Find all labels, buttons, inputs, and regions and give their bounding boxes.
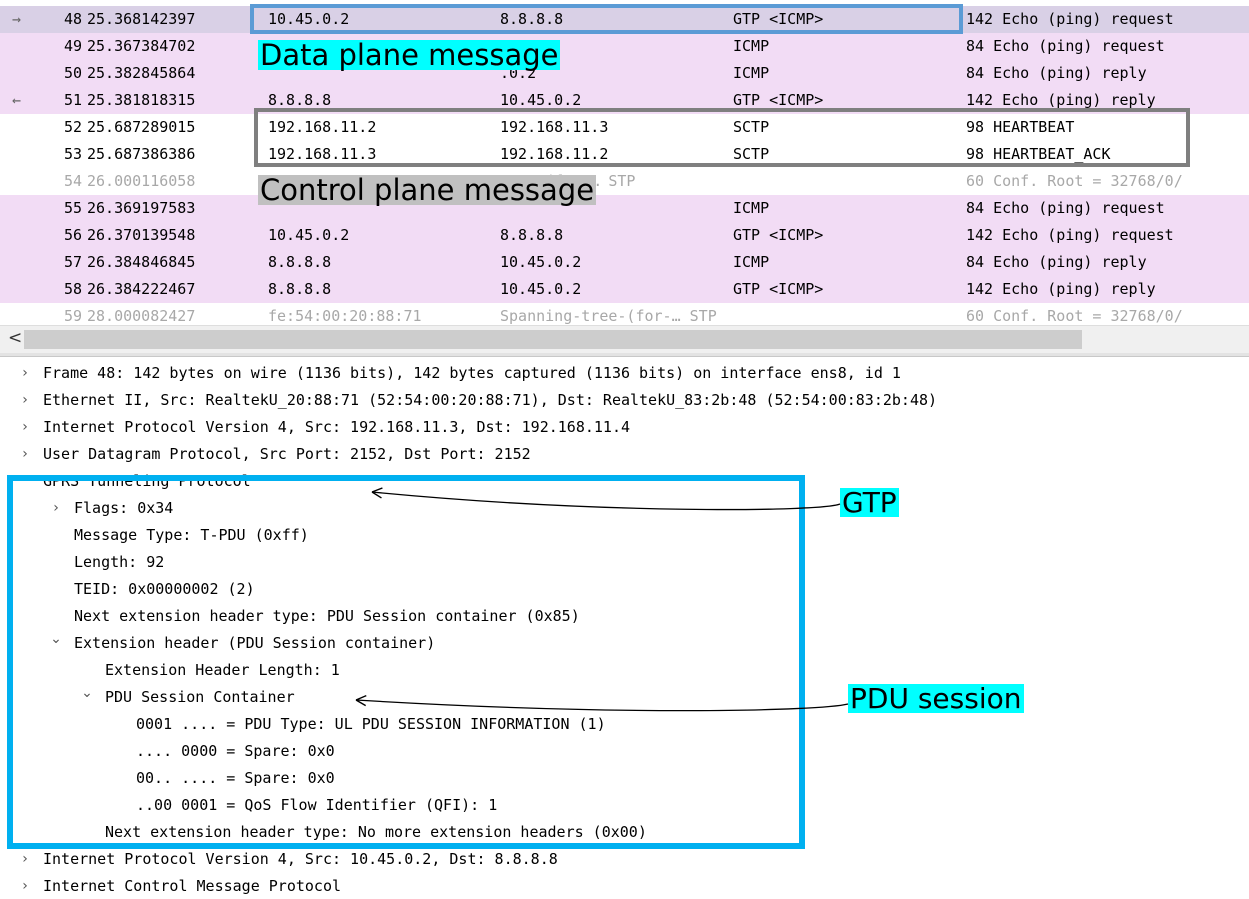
packet-number: 58 [63,280,82,298]
packet-number: 51 [63,91,82,109]
packet-row[interactable]: 5426.000116058tree-(for-… STP60 Conf. Ro… [0,168,1249,195]
packet-number: 52 [63,118,82,136]
packet-time: 25.368142397 [87,10,196,28]
packet-time: 26.370139548 [87,226,196,244]
packet-destination: 10.45.0.2 [500,253,582,271]
packet-time: 26.384222467 [87,280,196,298]
packet-row[interactable]: 4925.367384702.8ICMP84 Echo (ping) reque… [0,33,1249,60]
packet-number: 57 [63,253,82,271]
control-plane-highlight-box [254,108,1190,167]
packet-number: 54 [63,172,82,190]
control-plane-callout: Control plane message [258,173,597,207]
packet-time: 25.382845864 [87,64,196,82]
packet-number: 53 [63,145,82,163]
packet-time: 26.384846845 [87,253,196,271]
chevron-right-icon[interactable]: › [18,387,32,414]
packet-row[interactable]: 58 26.384222467 8.8.8.8 10.45.0.2 GTP <ICMP>… [0,276,1249,303]
packet-destination: 10.45.0.2 [500,280,582,298]
chevron-right-icon[interactable]: › [18,846,32,873]
packet-protocol: GTP <ICMP> [733,226,824,244]
packet-info: 142 Echo (ping) request [966,226,1174,244]
packet-row[interactable]: 56 26.370139548 10.45.0.2 8.8.8.8 GTP <ICMP>… [0,222,1249,249]
packet-info: 84 Echo (ping) request [966,199,1165,217]
packet-info: 142 Echo (ping) reply [966,280,1156,298]
packet-info: 84 Echo (ping) reply [966,253,1147,271]
packet-row[interactable]: 57 26.384846845 8.8.8.8 10.45.0.2 ICMP 84 Ech… [0,249,1249,276]
scrollbar-thumb[interactable] [24,330,1082,349]
detail-field-text: Internet Protocol Version 4, Src: 192.16… [43,418,630,436]
packet-info: 84 Echo (ping) reply [966,64,1147,82]
packet-time: 26.000116058 [87,172,196,190]
pdu-session-callout: PDU session [848,682,1024,715]
detail-field-text: Internet Protocol Version 4, Src: 10.45.… [43,850,558,868]
packet-protocol: ICMP [733,37,770,55]
packet-row[interactable]: 55 26.369197583 ICMP 84 Echo (ping) request [0,195,1249,222]
detail-field-text: Ethernet II, Src: RealtekU_20:88:71 (52:… [43,391,938,409]
packet-time: 25.381818315 [87,91,196,109]
packet-number: 49 [63,37,82,55]
packet-source: 10.45.0.2 [268,226,350,244]
chevron-right-icon[interactable]: › [18,873,32,899]
packet-number: 55 [63,199,82,217]
detail-field-text: Frame 48: 142 bytes on wire (1136 bits),… [43,364,901,382]
packet-protocol: GTP <ICMP> [733,280,824,298]
scroll-left-icon[interactable]: < [8,328,22,348]
packet-time: 26.369197583 [87,199,196,217]
packet-list-hscrollbar[interactable]: < [0,325,1249,354]
packet-protocol: ICMP [733,64,770,82]
packet-time: 25.687386386 [87,145,196,163]
arrow-right-icon: → [12,10,22,28]
packet-destination: 8.8.8.8 [500,226,564,244]
chevron-right-icon[interactable]: › [18,414,32,441]
packet-info: 84 Echo (ping) request [966,37,1165,55]
packet-time: 25.367384702 [87,37,196,55]
selected-packet-highlight-box [250,4,963,34]
packet-row[interactable]: 50 25.382845864.0.2 ICMP 84 Echo (ping) rep… [0,60,1249,87]
detail-field-text: User Datagram Protocol, Src Port: 2152, … [43,445,531,463]
packet-number: 56 [63,226,82,244]
packet-protocol: ICMP [733,253,770,271]
detail-field-text: Internet Control Message Protocol [43,877,342,895]
packet-protocol: ICMP [733,199,770,217]
gtp-callout: GTP [840,486,899,519]
packet-number: 48 [63,10,82,28]
packet-source: 8.8.8.8 [268,253,332,271]
packet-time: 25.687289015 [87,118,196,136]
packet-source: 8.8.8.8 [268,280,332,298]
gtp-section-highlight-box [7,475,805,849]
arrow-left-icon: ← [12,91,22,109]
packet-info: 60 Conf. Root = 32768/0/ [966,172,1183,190]
chevron-right-icon[interactable]: › [18,360,32,387]
data-plane-callout: Data plane message [258,38,561,72]
packet-info: 142 Echo (ping) request [966,10,1174,28]
packet-number: 50 [63,64,82,82]
